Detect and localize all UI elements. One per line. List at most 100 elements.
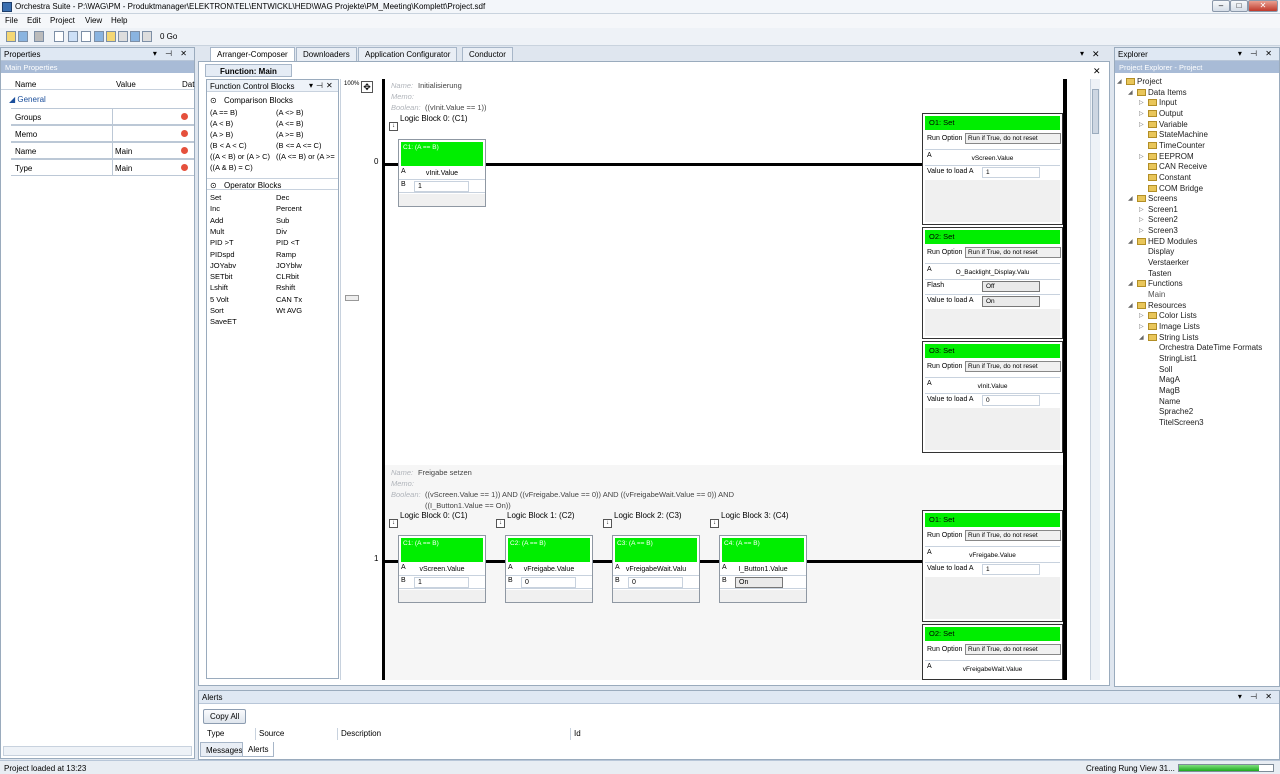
run-option-select[interactable]: Run if True, do not reset	[965, 247, 1061, 258]
tree-item[interactable]: Input	[1148, 98, 1177, 107]
operator-block-item[interactable]: 5 Volt	[210, 295, 229, 304]
tree-item[interactable]: Screen3	[1148, 226, 1178, 235]
tree-item[interactable]: Main	[1148, 290, 1165, 299]
action-block[interactable]: O1: Set Run Option Run if True, do not re…	[922, 113, 1063, 225]
menu-project[interactable]: Project	[50, 16, 75, 25]
expand-arrow-icon[interactable]: ◢	[1128, 89, 1133, 96]
menu-view[interactable]: View	[85, 16, 102, 25]
export-icon[interactable]	[130, 31, 140, 42]
menu-edit[interactable]: Edit	[27, 16, 41, 25]
compare-block[interactable]: C1: (A == B) AvInit.Value B1	[398, 139, 486, 207]
tree-item[interactable]: EEPROM	[1148, 152, 1194, 161]
tab-conductor[interactable]: Conductor	[462, 47, 513, 61]
comparison-block-item[interactable]: (A > B)	[210, 130, 233, 139]
action-block[interactable]: O3: Set Run Option Run if True, do not re…	[922, 341, 1063, 453]
col-id[interactable]: Id	[574, 729, 581, 738]
tab-arranger-composer[interactable]: Arranger-Composer	[210, 47, 295, 61]
close-tab-icon[interactable]: ✕	[1092, 49, 1100, 60]
operator-block-item[interactable]: CAN Tx	[276, 295, 302, 304]
run-option-select[interactable]: Run if True, do not reset	[965, 361, 1061, 372]
expand-arrow-icon[interactable]: ◢	[1128, 195, 1133, 202]
new-icon[interactable]	[6, 31, 16, 42]
tree-item[interactable]: Output	[1148, 109, 1183, 118]
comparison-block-item[interactable]: (B <= A <= C)	[276, 141, 321, 150]
value-to-load-select[interactable]: On	[982, 296, 1040, 307]
target-value[interactable]: vInit.Value	[925, 383, 1060, 390]
tree-item[interactable]: Screen2	[1148, 215, 1178, 224]
expand-arrow-icon[interactable]: ▷	[1139, 312, 1144, 319]
operator-block-item[interactable]: CLRbit	[276, 272, 299, 281]
tree-item[interactable]: Sprache2	[1159, 407, 1193, 416]
expand-arrow-icon[interactable]: ◢	[1117, 78, 1122, 85]
col-data[interactable]: Dat	[182, 80, 194, 89]
operator-block-item[interactable]: SaveET	[210, 317, 237, 326]
tab-list-icon[interactable]: ▾	[1080, 49, 1084, 58]
expand-icon[interactable]: ↓	[389, 122, 398, 131]
paste-icon[interactable]	[106, 31, 116, 42]
property-row[interactable]: Groups	[11, 108, 194, 125]
tree-item[interactable]: StringList1	[1159, 354, 1197, 363]
tree-item[interactable]: Tasten	[1148, 269, 1172, 278]
expand-arrow-icon[interactable]: ◢	[1128, 302, 1133, 309]
copy-all-button[interactable]: Copy All	[203, 709, 247, 724]
tree-item[interactable]: Image Lists	[1148, 322, 1200, 331]
compare-block[interactable]: C3: (A == B) AvFreigabeWait.Valu B 0	[612, 535, 700, 603]
expand-arrow-icon[interactable]: ▷	[1139, 227, 1144, 234]
tab-function-main[interactable]: Function: Main	[205, 64, 292, 77]
expand-arrow-icon[interactable]: ▷	[1139, 206, 1144, 213]
target-value[interactable]: vScreen.Value	[925, 155, 1060, 162]
operand-b[interactable]: 1	[414, 181, 469, 192]
tree-item[interactable]: TitelScreen3	[1159, 418, 1204, 427]
tree-item[interactable]: CAN Receive	[1148, 162, 1207, 171]
rung-boolean[interactable]: ((vScreen.Value == 1)) AND ((vFreigabe.V…	[425, 490, 734, 499]
operator-block-item[interactable]: Dec	[276, 193, 289, 202]
property-value[interactable]: Main	[115, 164, 132, 173]
zoom-slider[interactable]	[345, 295, 359, 301]
delete-icon[interactable]	[142, 31, 152, 42]
tree-item[interactable]: Name	[1159, 397, 1180, 406]
action-block[interactable]: O2: Set Run Option Run if True, do not re…	[922, 624, 1063, 680]
tab-application-configurator[interactable]: Application Configurator	[358, 47, 458, 61]
run-option-select[interactable]: Run if True, do not reset	[965, 133, 1061, 144]
operand-b[interactable]: On	[735, 577, 783, 588]
maximize-button[interactable]: □	[1230, 0, 1248, 12]
close-function-icon[interactable]: ✕	[1093, 66, 1101, 77]
properties-group[interactable]: ◢ General	[9, 95, 46, 104]
cut-icon[interactable]	[118, 31, 128, 42]
operator-section[interactable]: ⊙ Operator Blocks	[207, 178, 338, 190]
property-row[interactable]: Name Main	[11, 142, 194, 159]
compare-block[interactable]: C2: (A == B) AvFreigabe.Value B 0	[505, 535, 593, 603]
col-name[interactable]: Name	[15, 80, 36, 89]
operator-block-item[interactable]: Set	[210, 193, 221, 202]
expand-icon[interactable]: ↓	[496, 519, 505, 528]
action-block[interactable]: O1: Set Run Option Run if True, do not re…	[922, 510, 1063, 622]
tree-item[interactable]: Verstaerker	[1148, 258, 1189, 267]
tree-item[interactable]: String Lists	[1148, 333, 1199, 342]
rung-boolean-cont[interactable]: ((I_Button1.Value == On))	[425, 501, 511, 510]
col-description[interactable]: Description	[341, 729, 381, 738]
operator-block-item[interactable]: PID >T	[210, 238, 234, 247]
value-to-load-input[interactable]: 1	[982, 167, 1040, 178]
operator-block-item[interactable]: PIDspd	[210, 250, 235, 259]
scroll-thumb[interactable]	[1092, 89, 1099, 134]
zoom-level[interactable]: 100%	[344, 81, 359, 87]
panel-controls-icon[interactable]: ▾ ⊣ ✕	[1238, 692, 1275, 701]
tab-alerts[interactable]: Alerts	[242, 742, 275, 757]
expand-icon[interactable]: ↓	[710, 519, 719, 528]
comparison-block-item[interactable]: (A == B)	[210, 108, 238, 117]
operator-block-item[interactable]: JOYblw	[276, 261, 302, 270]
value-to-load-input[interactable]: 0	[982, 395, 1040, 406]
run-option-select[interactable]: Run if True, do not reset	[965, 530, 1061, 541]
operator-block-item[interactable]: PID <T	[276, 238, 300, 247]
target-value[interactable]: O_Backlight_Display.Valu	[925, 269, 1060, 276]
text-icon[interactable]	[81, 31, 91, 42]
expand-icon[interactable]: ↓	[389, 519, 398, 528]
tree-item[interactable]: Orchestra DateTime Formats	[1159, 343, 1262, 352]
tree-item[interactable]: MagB	[1159, 386, 1180, 395]
tree-item[interactable]: Screen1	[1148, 205, 1178, 214]
operator-block-item[interactable]: Div	[276, 227, 287, 236]
expand-arrow-icon[interactable]: ▷	[1139, 323, 1144, 330]
operator-block-item[interactable]: Mult	[210, 227, 224, 236]
tab-downloaders[interactable]: Downloaders	[296, 47, 357, 61]
close-button[interactable]: ✕	[1248, 0, 1278, 12]
